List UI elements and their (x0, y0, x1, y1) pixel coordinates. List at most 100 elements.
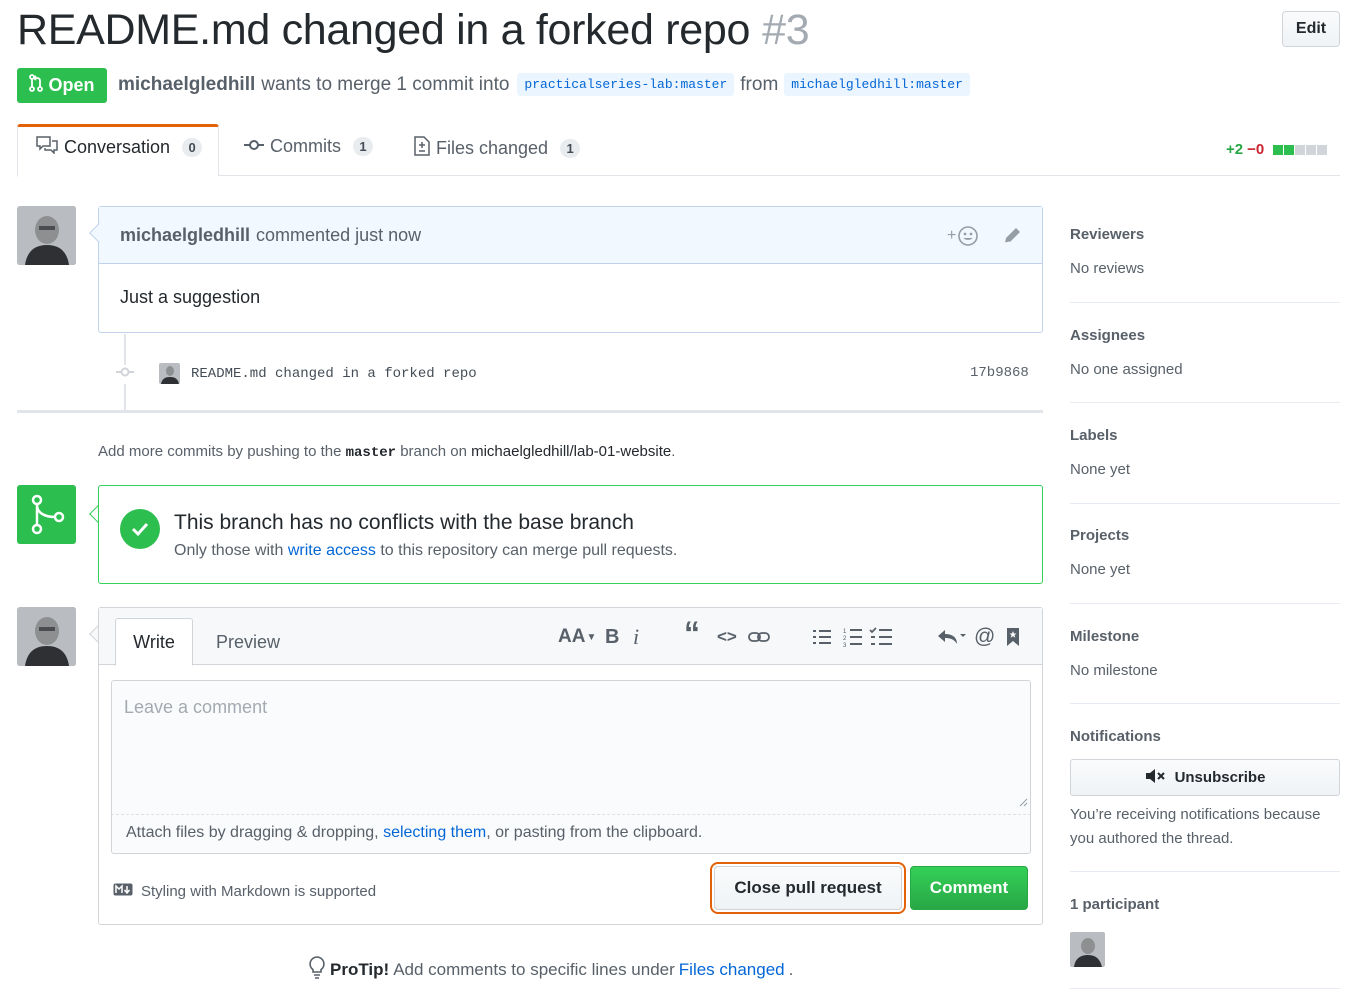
tab-label: Commits (270, 136, 341, 156)
pr-number: #3 (762, 6, 810, 54)
merge-status-box: This branch has no conflicts with the ba… (98, 485, 1043, 584)
diffstat-blocks (1272, 144, 1328, 155)
file-dropzone[interactable]: Attach files by dragging & dropping, sel… (111, 814, 1031, 854)
sidebar-value: None yet (1070, 461, 1131, 478)
sidebar-value: No one assigned (1070, 361, 1183, 378)
comment-box: michaelgledhill commented just now Just … (98, 206, 1043, 333)
tab-write[interactable]: Write (115, 618, 193, 666)
merge-sub-suffix: to this repository can merge pull reques… (380, 542, 678, 559)
avatar[interactable] (17, 206, 76, 265)
pr-author-link[interactable]: michaelgledhill (118, 74, 255, 96)
commit-message[interactable]: README.md changed in a forked repo (191, 366, 477, 382)
tab-commits[interactable]: Commits 1 (244, 136, 373, 157)
comment-button[interactable]: Comment (910, 866, 1028, 910)
sidebar-heading: Projects (1070, 527, 1130, 544)
push-note: Add more commits by pushing to the maste… (98, 443, 675, 461)
git-commit-icon (244, 136, 264, 157)
files-changed-link[interactable]: Files changed (679, 960, 785, 980)
notification-reason: You’re receiving notifications because y… (1070, 806, 1321, 847)
head-branch-ref[interactable]: michaelgledhill:master (784, 73, 970, 96)
close-pull-request-button[interactable]: Close pull request (714, 866, 902, 910)
comment-timestamp: commented just now (256, 224, 422, 245)
tab-files-changed[interactable]: Files changed 1 (414, 136, 581, 161)
tab-conversation[interactable]: Conversation 0 (36, 136, 203, 159)
svg-text:2: 2 (843, 636, 847, 642)
markdown-icon (113, 883, 133, 900)
ordered-list-icon[interactable]: 123 (843, 626, 863, 648)
sidebar-reviewers[interactable]: Reviewers No reviews (1070, 226, 1340, 277)
timeline-separator (17, 410, 1043, 413)
sidebar-value: No reviews (1070, 260, 1145, 277)
sidebar-divider (1070, 703, 1340, 704)
tab-counter: 1 (353, 137, 373, 156)
bookmark-icon[interactable] (1006, 626, 1020, 648)
code-icon[interactable]: <> (717, 626, 737, 648)
push-note-suffix: . (671, 443, 676, 460)
sidebar-participants: 1 participant (1070, 896, 1340, 913)
comment-author[interactable]: michaelgledhill (120, 225, 250, 246)
comment-body: Just a suggestion (120, 287, 261, 307)
sidebar-divider (1070, 503, 1340, 504)
comment-placeholder: Leave a comment (124, 697, 268, 717)
push-note-repo[interactable]: michaelgledhill/lab-01-website (471, 443, 671, 460)
link-icon[interactable] (748, 626, 770, 648)
attach-prefix: Attach files by dragging & dropping, (126, 824, 379, 841)
from-text: from (740, 73, 779, 95)
merge-status-title: This branch has no conflicts with the ba… (174, 511, 634, 534)
file-diff-icon (414, 136, 430, 161)
task-list-icon[interactable] (869, 626, 893, 648)
sidebar-heading: Labels (1070, 427, 1118, 444)
resize-handle-icon[interactable] (1019, 791, 1028, 812)
light-bulb-icon (308, 955, 326, 984)
markdown-note[interactable]: Styling with Markdown is supported (113, 883, 376, 900)
sidebar-milestone[interactable]: Milestone No milestone (1070, 628, 1340, 679)
select-files-link[interactable]: selecting them (383, 824, 486, 841)
protip: ProTip! Add comments to specific lines u… (308, 955, 793, 984)
edit-button[interactable]: Edit (1282, 11, 1340, 47)
reply-icon[interactable] (937, 626, 967, 648)
status-label: Open (48, 75, 95, 95)
italic-icon[interactable]: i (633, 624, 639, 649)
status-badge: Open (17, 68, 107, 103)
commit-avatar[interactable] (159, 363, 180, 384)
diffstat-additions: +2 (1226, 141, 1244, 158)
commit-sha[interactable]: 17b9868 (970, 365, 1029, 381)
sidebar-heading: Reviewers (1070, 226, 1145, 243)
comment-textarea[interactable]: Leave a comment (111, 680, 1031, 814)
sidebar-divider (1070, 988, 1340, 989)
add-reaction-icon[interactable]: + (947, 225, 979, 247)
participant-avatar[interactable] (1070, 932, 1105, 967)
sidebar-notifications-heading: Notifications (1070, 728, 1161, 745)
header-text-icon[interactable]: AA ▼ (558, 626, 596, 648)
push-note-middle: branch on (400, 443, 467, 460)
unsubscribe-button[interactable]: Unsubscribe (1070, 759, 1340, 796)
pr-meta: michaelgledhill wants to merge 1 commit … (118, 73, 976, 96)
mention-icon[interactable]: @ (974, 625, 995, 648)
markdown-note-text: Styling with Markdown is supported (141, 883, 377, 900)
pencil-icon[interactable] (1001, 225, 1023, 252)
sidebar-value: No milestone (1070, 662, 1158, 679)
unordered-list-icon[interactable] (812, 626, 832, 648)
unsubscribe-label: Unsubscribe (1174, 769, 1266, 786)
avatar[interactable] (17, 607, 76, 666)
push-note-branch: master (345, 445, 397, 461)
tab-counter: 1 (560, 139, 581, 158)
quote-icon[interactable]: “ (684, 615, 700, 651)
sidebar-assignees[interactable]: Assignees No one assigned (1070, 327, 1340, 378)
base-branch-ref[interactable]: practicalseries-lab:master (517, 73, 735, 96)
sidebar-projects[interactable]: Projects None yet (1070, 527, 1340, 578)
tab-label: Conversation (64, 137, 171, 157)
bold-icon[interactable]: B (605, 626, 619, 648)
diffstat-deletions: −0 (1247, 141, 1265, 158)
git-merge-icon (17, 494, 76, 548)
tab-preview[interactable]: Preview (203, 618, 293, 666)
sidebar-labels[interactable]: Labels None yet (1070, 427, 1340, 478)
tab-label: Files changed (436, 138, 549, 158)
sidebar-value: None yet (1070, 561, 1131, 578)
form-header: Write Preview AA ▼ B i “ <> 123 @ (99, 608, 1042, 666)
git-commit-icon (116, 365, 134, 384)
sidebar-heading: 1 participant (1070, 896, 1160, 913)
new-comment-form: Write Preview AA ▼ B i “ <> 123 @ Leave a… (98, 607, 1043, 925)
write-access-link[interactable]: write access (288, 542, 376, 559)
page-title: README.md changed in a forked repo #3 (17, 6, 810, 55)
